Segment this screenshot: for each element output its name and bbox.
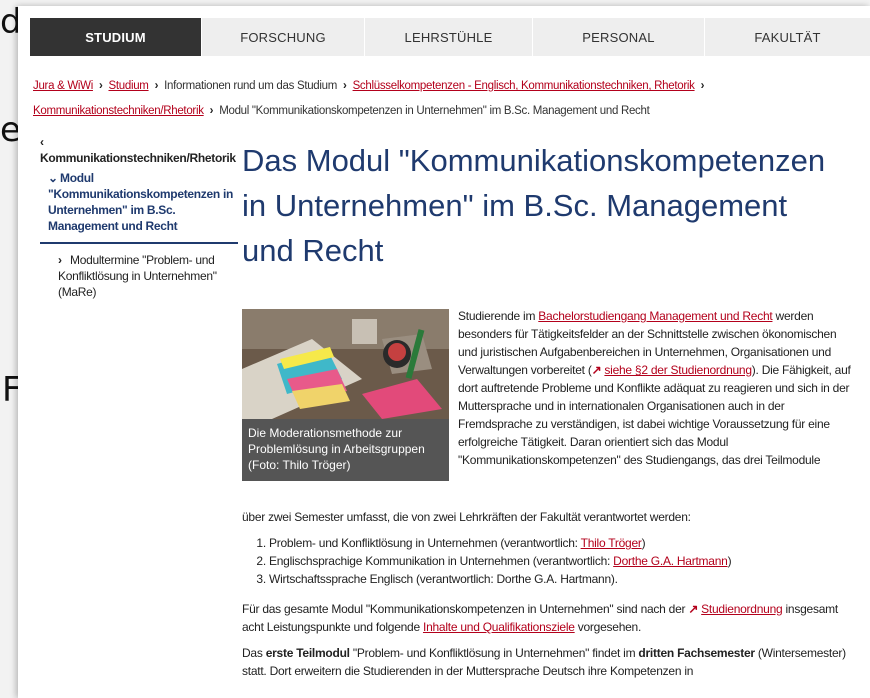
breadcrumb-link-jura-wiwi[interactable]: Jura & WiWi xyxy=(33,80,93,92)
paragraph-erstes-teilmodul: Das erste Teilmodul "Problem- und Konfli… xyxy=(242,644,862,680)
nav-item-personal[interactable]: PERSONAL xyxy=(533,18,705,56)
chevron-left-icon: ‹ xyxy=(40,135,44,149)
list-item: Problem- und Konfliktlösung in Unternehm… xyxy=(269,534,862,552)
link-thilo-troeger[interactable]: Thilo Tröger xyxy=(581,536,642,550)
breadcrumb-link-kommunikationstechniken[interactable]: Kommunikationstechniken/Rhetorik xyxy=(33,105,204,117)
external-link-icon: ↗ xyxy=(688,602,699,616)
link-dorthe-hartmann[interactable]: Dorthe G.A. Hartmann xyxy=(613,554,728,568)
nav-item-forschung[interactable]: FORSCHUNG xyxy=(202,18,365,56)
paragraph-text: "Problem- und Konfliktlösung in Unterneh… xyxy=(349,646,639,660)
chevron-down-icon: ⌄ xyxy=(48,171,58,185)
sidebar-item-current[interactable]: ⌄ Modul "Kommunikationskompetenzen in Unt… xyxy=(40,170,238,244)
teilmodule-list: Problem- und Konfliktlösung in Unternehm… xyxy=(242,534,862,588)
list-item: Wirtschaftssprache Englisch (verantwortl… xyxy=(269,570,862,588)
paragraph-bold-text: dritten Fachsemester xyxy=(638,646,755,660)
list-item-text: ) xyxy=(727,554,732,568)
sidebar-item-current-label: Modul "Kommunikationskompetenzen in Unte… xyxy=(48,171,234,233)
link-bachelorstudiengang[interactable]: Bachelorstudiengang Management und Recht xyxy=(538,309,772,323)
list-item-text: Problem- und Konfliktlösung in Unternehm… xyxy=(269,536,581,550)
sidebar-item-parent-label: Kommunikationstechniken/Rhetorik xyxy=(40,151,236,165)
list-item-text: Englischsprachige Kommunikation in Unter… xyxy=(269,554,614,568)
breadcrumb-separator-icon: › xyxy=(154,80,159,92)
list-item-text: Wirtschaftssprache Englisch (verantwortl… xyxy=(269,572,618,586)
breadcrumb: Jura & WiWi › Studium › Informationen rund u… xyxy=(33,74,863,124)
intro-text-continued: über zwei Semester umfasst, die von zwei… xyxy=(242,510,691,524)
intro-text: Studierende im xyxy=(458,309,539,323)
breadcrumb-link-studium[interactable]: Studium xyxy=(108,80,148,92)
sidebar-item-parent[interactable]: ‹ Kommunikationstechniken/Rhetorik xyxy=(40,134,245,166)
list-item: Englischsprachige Kommunikation in Unter… xyxy=(269,552,862,570)
intro-paragraph: Studierende im Bachelorstudiengang Manag… xyxy=(458,307,858,469)
breadcrumb-separator-icon: › xyxy=(98,80,103,92)
breadcrumb-link-schluesselkompetenzen[interactable]: Schlüsselkompetenzen - Englisch, Kommuni… xyxy=(353,80,695,92)
nav-item-fakultaet[interactable]: FAKULTÄT xyxy=(705,18,870,56)
breadcrumb-current-page: Modul "Kommunikationskompetenzen in Unte… xyxy=(219,105,650,117)
breadcrumb-separator-icon: › xyxy=(209,105,214,117)
breadcrumb-text-informationen: Informationen rund um das Studium xyxy=(164,80,338,92)
link-inhalte-qualifikationsziele[interactable]: Inhalte und Qualifikationsziele xyxy=(423,620,575,634)
paragraph-text: Das xyxy=(242,646,266,660)
web-page: STUDIUM FORSCHUNG LEHRSTÜHLE PERSONAL FA… xyxy=(18,6,870,698)
main-content: über zwei Semester umfasst, die von zwei… xyxy=(242,508,862,680)
paragraph-leistungspunkte: Für das gesamte Modul "Kommunikationskom… xyxy=(242,600,862,636)
paragraph-text: vorgesehen. xyxy=(574,620,642,634)
figure-caption: Die Moderationsmethode zur Problemlösung… xyxy=(242,419,449,481)
nav-item-studium[interactable]: STUDIUM xyxy=(30,18,202,56)
moderation-figure: Die Moderationsmethode zur Problemlösung… xyxy=(242,309,449,481)
sidebar-item-modultermine[interactable]: › Modultermine "Problem- und Konfliktlösu… xyxy=(40,252,233,300)
sidebar-item-child-label: Modultermine "Problem- und Konfliktlösun… xyxy=(58,253,217,299)
chevron-right-icon: › xyxy=(58,253,62,267)
link-studienordnung-section-2[interactable]: siehe §2 der Studienordnung xyxy=(604,363,752,377)
nav-item-lehrstuehle[interactable]: LEHRSTÜHLE xyxy=(365,18,533,56)
main-navigation: STUDIUM FORSCHUNG LEHRSTÜHLE PERSONAL FA… xyxy=(30,18,870,56)
breadcrumb-separator-icon: › xyxy=(343,80,347,92)
paragraph-bold-text: erste Teilmodul xyxy=(265,646,350,660)
page-title: Das Modul "Kommunikationskompetenzen in … xyxy=(242,143,826,268)
paragraph-text: Für das gesamte Modul "Kommunikationskom… xyxy=(242,602,689,616)
breadcrumb-separator-icon: › xyxy=(700,80,705,92)
sidebar-navigation: ‹Kommunikationstechniken/Rhetorik ⌄ Modul… xyxy=(40,134,245,300)
external-link-icon: ↗ xyxy=(591,363,602,377)
list-item-text: ) xyxy=(641,536,646,550)
moderation-photo xyxy=(242,309,449,419)
link-studienordnung[interactable]: Studienordnung xyxy=(701,602,783,616)
intro-text: ). Die Fähigkeit, auf dort auftretende P… xyxy=(458,363,851,467)
